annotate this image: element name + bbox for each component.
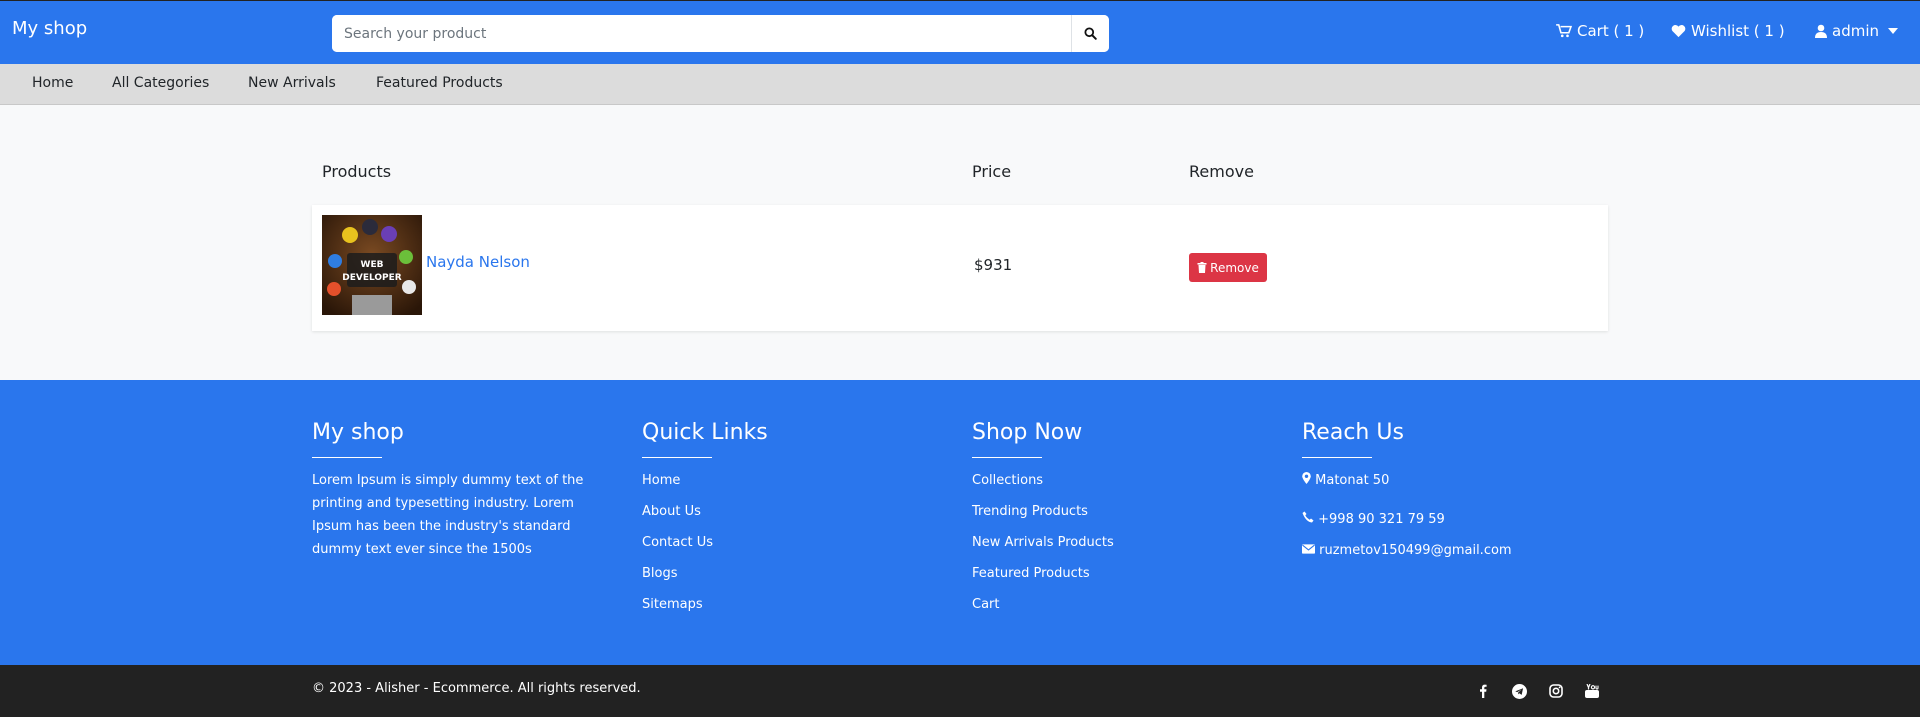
footer-link-home[interactable]: Home: [642, 469, 942, 500]
divider: [972, 457, 1042, 458]
product-price: $931: [974, 256, 1013, 274]
remove-header: Remove: [1189, 162, 1254, 181]
footer-link-new-arrivals[interactable]: New Arrivals Products: [972, 531, 1272, 562]
footer-link-featured[interactable]: Featured Products: [972, 562, 1272, 593]
quick-links-title: Quick Links: [642, 420, 768, 445]
search-icon: [1084, 27, 1097, 40]
heart-icon: [1671, 25, 1686, 38]
divider: [642, 457, 712, 458]
reach-us-title: Reach Us: [1302, 420, 1404, 445]
copyright-bar: © 2023 - Alisher - Ecommerce. All rights…: [0, 665, 1920, 717]
nav-home[interactable]: Home: [32, 75, 73, 91]
footer: My shop Lorem Ipsum is simply dummy text…: [0, 380, 1920, 665]
footer-link-cart[interactable]: Cart: [972, 593, 1272, 624]
divider: [1302, 457, 1372, 458]
address-text: Matonat 50: [1315, 473, 1390, 488]
telegram-icon[interactable]: [1509, 681, 1529, 701]
user-label: admin: [1832, 22, 1879, 40]
product-name-link[interactable]: Nayda Nelson: [426, 253, 530, 271]
cart-link[interactable]: Cart ( 1 ): [1556, 22, 1644, 40]
top-navbar: My shop Cart ( 1 ) Wishlist ( 1 ) admin: [0, 0, 1920, 64]
footer-link-trending[interactable]: Trending Products: [972, 500, 1272, 531]
footer-about: My shop Lorem Ipsum is simply dummy text…: [312, 420, 612, 561]
search-bar: [332, 15, 1109, 52]
caret-down-icon: [1888, 28, 1898, 34]
search-button[interactable]: [1071, 15, 1109, 52]
footer-link-collections[interactable]: Collections: [972, 469, 1272, 500]
footer-reach-us: Reach Us Matonat 50 +998 90 321 79 59 ru…: [1302, 420, 1602, 562]
phone-text: +998 90 321 79 59: [1318, 512, 1445, 527]
table-row: WEB DEVELOPER Nayda Nelson $931 Remove: [312, 205, 1608, 331]
wishlist-link[interactable]: Wishlist ( 1 ): [1671, 22, 1785, 40]
footer-quick-links: Quick Links Home About Us Contact Us Blo…: [642, 420, 942, 624]
footer-about-title: My shop: [312, 420, 404, 445]
nav-featured-products[interactable]: Featured Products: [376, 75, 503, 91]
phone-line: +998 90 321 79 59: [1302, 508, 1602, 531]
brand-link[interactable]: My shop: [12, 18, 87, 39]
youtube-icon[interactable]: [1582, 681, 1602, 701]
wishlist-label: Wishlist ( 1 ): [1691, 22, 1785, 40]
category-navbar: Home All Categories New Arrivals Feature…: [0, 64, 1920, 105]
cart-label: Cart ( 1 ): [1577, 22, 1645, 40]
footer-link-sitemaps[interactable]: Sitemaps: [642, 593, 942, 624]
trash-icon: [1197, 262, 1207, 273]
user-icon: [1815, 24, 1827, 38]
cart-icon: [1556, 24, 1572, 38]
footer-link-contact[interactable]: Contact Us: [642, 531, 942, 562]
products-header: Products: [322, 162, 392, 181]
svg-text:DEVELOPER: DEVELOPER: [342, 273, 402, 283]
email-text: ruzmetov150499@gmail.com: [1319, 543, 1512, 558]
price-header: Price: [972, 162, 1012, 181]
envelope-icon: [1302, 544, 1315, 554]
svg-text:WEB: WEB: [361, 260, 384, 270]
facebook-icon[interactable]: [1473, 681, 1493, 701]
address-line: Matonat 50: [1302, 469, 1602, 492]
footer-link-blogs[interactable]: Blogs: [642, 562, 942, 593]
phone-icon: [1302, 511, 1314, 523]
email-line: ruzmetov150499@gmail.com: [1302, 539, 1602, 562]
nav-all-categories[interactable]: All Categories: [112, 75, 209, 91]
remove-button[interactable]: Remove: [1189, 253, 1267, 282]
product-image[interactable]: WEB DEVELOPER: [322, 215, 422, 315]
nav-new-arrivals[interactable]: New Arrivals: [248, 75, 336, 91]
divider: [312, 457, 382, 458]
copyright-text: © 2023 - Alisher - Ecommerce. All rights…: [312, 681, 641, 696]
footer-about-text: Lorem Ipsum is simply dummy text of the …: [312, 473, 584, 557]
footer-link-about[interactable]: About Us: [642, 500, 942, 531]
search-input[interactable]: [332, 15, 1071, 52]
instagram-icon[interactable]: [1546, 681, 1566, 701]
user-menu[interactable]: admin: [1815, 22, 1898, 40]
map-marker-icon: [1302, 472, 1311, 484]
footer-shop-now: Shop Now Collections Trending Products N…: [972, 420, 1272, 624]
remove-label: Remove: [1210, 260, 1259, 275]
shop-now-title: Shop Now: [972, 420, 1083, 445]
